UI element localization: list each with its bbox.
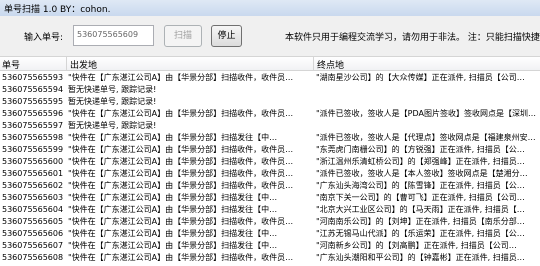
cell-number: 536075565608 (2, 253, 64, 262)
stop-button[interactable]: 停止 (211, 25, 242, 47)
table-row[interactable]: 536075565596 "快件在【广东湛江公司A】由【华景分部】扫描收件，收件员… (0, 108, 540, 120)
window-title: 单号扫描 1.0 BY：cohon. (4, 5, 111, 15)
cell-origin: "快件在【广东湛江公司A】由【华景分部】扫描收件，收件员… (68, 109, 294, 118)
results-table[interactable]: 单号 出发地 终点地 536075565593 "快件在【广东湛江公司A】由【华景… (0, 56, 540, 266)
cell-destination: "派件已签收，签收人是【本人签收】签收网点是【楚湘分… (316, 169, 528, 178)
column-header-destination[interactable]: 终点地 (317, 58, 344, 71)
cell-destination: "湖南星沙公司】的【大众传媒】正在派件, 扫描员【公司… (316, 73, 525, 82)
cell-origin: "快件在【广东湛江公司A】由【华景分部】扫描收件，收件员… (68, 181, 294, 190)
cell-number: 536075565594 (2, 85, 64, 94)
column-divider[interactable] (66, 57, 67, 71)
cell-origin: "快件在【广东湛江公司A】由【华景分部】扫描发往【中… (68, 193, 278, 202)
cell-destination: "北京大兴工业区公司】的【马天雨】正在派件, 扫描员【… (316, 205, 525, 214)
cell-destination: "广东汕头海湾公司】的【陈雪锋】正在派件, 扫描员【公… (316, 181, 525, 190)
table-row[interactable]: 536075565599 "快件在【广东湛江公司A】由【华景分部】扫描收件，收件员… (0, 144, 540, 156)
cell-number: 536075565605 (2, 217, 64, 226)
cell-number: 536075565596 (2, 109, 64, 118)
cell-destination: "派件已签收，签收人是【PDA图片签收】签收网点是【深圳… (316, 109, 536, 118)
cell-number: 536075565604 (2, 205, 64, 214)
cell-origin: "快件在【广东湛江公司A】由【华景分部】扫描收件，收件员… (68, 217, 294, 226)
notice-text: 本软件只用于编程交流学习，请勿用于非法。 注：只能扫描快捷快递 (285, 33, 540, 43)
cell-origin: "快件在【广东湛江公司A】由【华景分部】扫描发往【中… (68, 205, 278, 214)
cell-number: 536075565593 (2, 73, 64, 82)
cell-destination: "河南新乡公司】的【刘高鹏】正在派件, 扫描员【公司… (316, 241, 517, 250)
cell-destination: "东莞虎门南栅公司】的【方锐强】正在派件, 扫描员【公… (316, 145, 525, 154)
cell-number: 536075565601 (2, 169, 64, 178)
cell-number: 536075565598 (2, 133, 64, 142)
cell-destination: "派件已签收，签收人是【代理点】签收网点是【福建泉州安… (316, 133, 536, 142)
cell-origin: 暂无快递单号, 跟踪记录! (68, 97, 157, 106)
table-row[interactable]: 536075565594 暂无快递单号, 跟踪记录! (0, 84, 540, 96)
cell-origin: 暂无快递单号, 跟踪记录! (68, 121, 157, 130)
cell-origin: "快件在【广东湛江公司A】由【华景分部】扫描收件，收件员… (68, 157, 294, 166)
column-header-origin[interactable]: 出发地 (70, 58, 97, 71)
cell-number: 536075565606 (2, 229, 64, 238)
cell-number: 536075565600 (2, 157, 64, 166)
table-row[interactable]: 536075565604 "快件在【广东湛江公司A】由【华景分部】扫描发往【中… "… (0, 204, 540, 216)
cell-origin: "快件在【广东湛江公司A】由【华景分部】扫描发往【中… (68, 133, 278, 142)
table-row[interactable]: 536075565597 暂无快递单号, 跟踪记录! (0, 120, 540, 132)
cell-origin: "快件在【广东湛江公司A】由【华景分部】扫描收件，收件员… (68, 73, 294, 82)
title-bar: 单号扫描 1.0 BY：cohon. (0, 0, 540, 16)
table-row[interactable]: 536075565602 "快件在【广东湛江公司A】由【华景分部】扫描收件，收件员… (0, 180, 540, 192)
cell-number: 536075565603 (2, 193, 64, 202)
cell-destination: "江苏无锡马山代派】的【乐运荣】正在派件, 扫描员【公… (316, 229, 525, 238)
cell-destination: "河南南乐公司】的【刘坤】正在派件, 扫描员【南乐分部… (316, 217, 525, 226)
cell-number: 536075565597 (2, 121, 64, 130)
table-row[interactable]: 536075565601 "快件在【广东湛江公司A】由【华景分部】扫描收件，收件员… (0, 168, 540, 180)
table-row[interactable]: 536075565608 "快件在【广东湛江公司A】由【华景分部】扫描收件，收件员… (0, 252, 540, 264)
table-row[interactable]: 536075565593 "快件在【广东湛江公司A】由【华景分部】扫描收件，收件员… (0, 72, 540, 84)
column-divider[interactable] (313, 57, 314, 71)
cell-origin: "快件在【广东湛江公司A】由【华景分部】扫描收件，收件员… (68, 253, 294, 262)
tracking-number-input[interactable]: 536075565609 (73, 25, 154, 46)
cell-number: 536075565599 (2, 145, 64, 154)
tracking-number-label: 输入单号: (24, 33, 64, 43)
cell-origin: "快件在【广东湛江公司A】由【华景分部】扫描发往【中… (68, 241, 278, 250)
table-header: 单号 出发地 终点地 (0, 57, 540, 71)
table-row[interactable]: 536075565607 "快件在【广东湛江公司A】由【华景分部】扫描发往【中… "… (0, 240, 540, 252)
cell-destination: "浙江温州乐清虹桥公司】的【郑强峰】正在派件, 扫描员… (316, 157, 525, 166)
table-row[interactable]: 536075565595 暂无快递单号, 跟踪记录! (0, 96, 540, 108)
table-row[interactable]: 536075565600 "快件在【广东湛江公司A】由【华景分部】扫描收件，收件员… (0, 156, 540, 168)
cell-destination: "南京下关一公司】的【曹可飞】正在派件, 扫描员【公司… (316, 193, 525, 202)
column-header-number[interactable]: 单号 (2, 58, 20, 71)
table-row[interactable]: 536075565606 "快件在【广东湛江公司A】由【华景分部】扫描发往【中… "… (0, 228, 540, 240)
scan-button[interactable]: 扫描 (164, 25, 202, 47)
toolbar: 输入单号: 536075565609 扫描 停止 本软件只用于编程交流学习，请勿… (0, 16, 540, 56)
table-row[interactable]: 536075565598 "快件在【广东湛江公司A】由【华景分部】扫描发往【中… "… (0, 132, 540, 144)
cell-origin: "快件在【广东湛江公司A】由【华景分部】扫描收件，收件员… (68, 145, 294, 154)
table-row[interactable]: 536075565605 "快件在【广东湛江公司A】由【华景分部】扫描收件，收件员… (0, 216, 540, 228)
cell-number: 536075565607 (2, 241, 64, 250)
table-row[interactable]: 536075565603 "快件在【广东湛江公司A】由【华景分部】扫描发往【中… "… (0, 192, 540, 204)
cell-number: 536075565595 (2, 97, 64, 106)
cell-origin: 暂无快递单号, 跟踪记录! (68, 85, 157, 94)
cell-origin: "快件在【广东湛江公司A】由【华景分部】扫描收件，收件员… (68, 169, 294, 178)
cell-number: 536075565602 (2, 181, 64, 190)
cell-origin: "快件在【广东湛江公司A】由【华景分部】扫描发往【中… (68, 229, 278, 238)
cell-destination: "广东汕头潮阳和平公司】的【钟嘉彬】正在派件, 扫描员… (316, 253, 525, 262)
